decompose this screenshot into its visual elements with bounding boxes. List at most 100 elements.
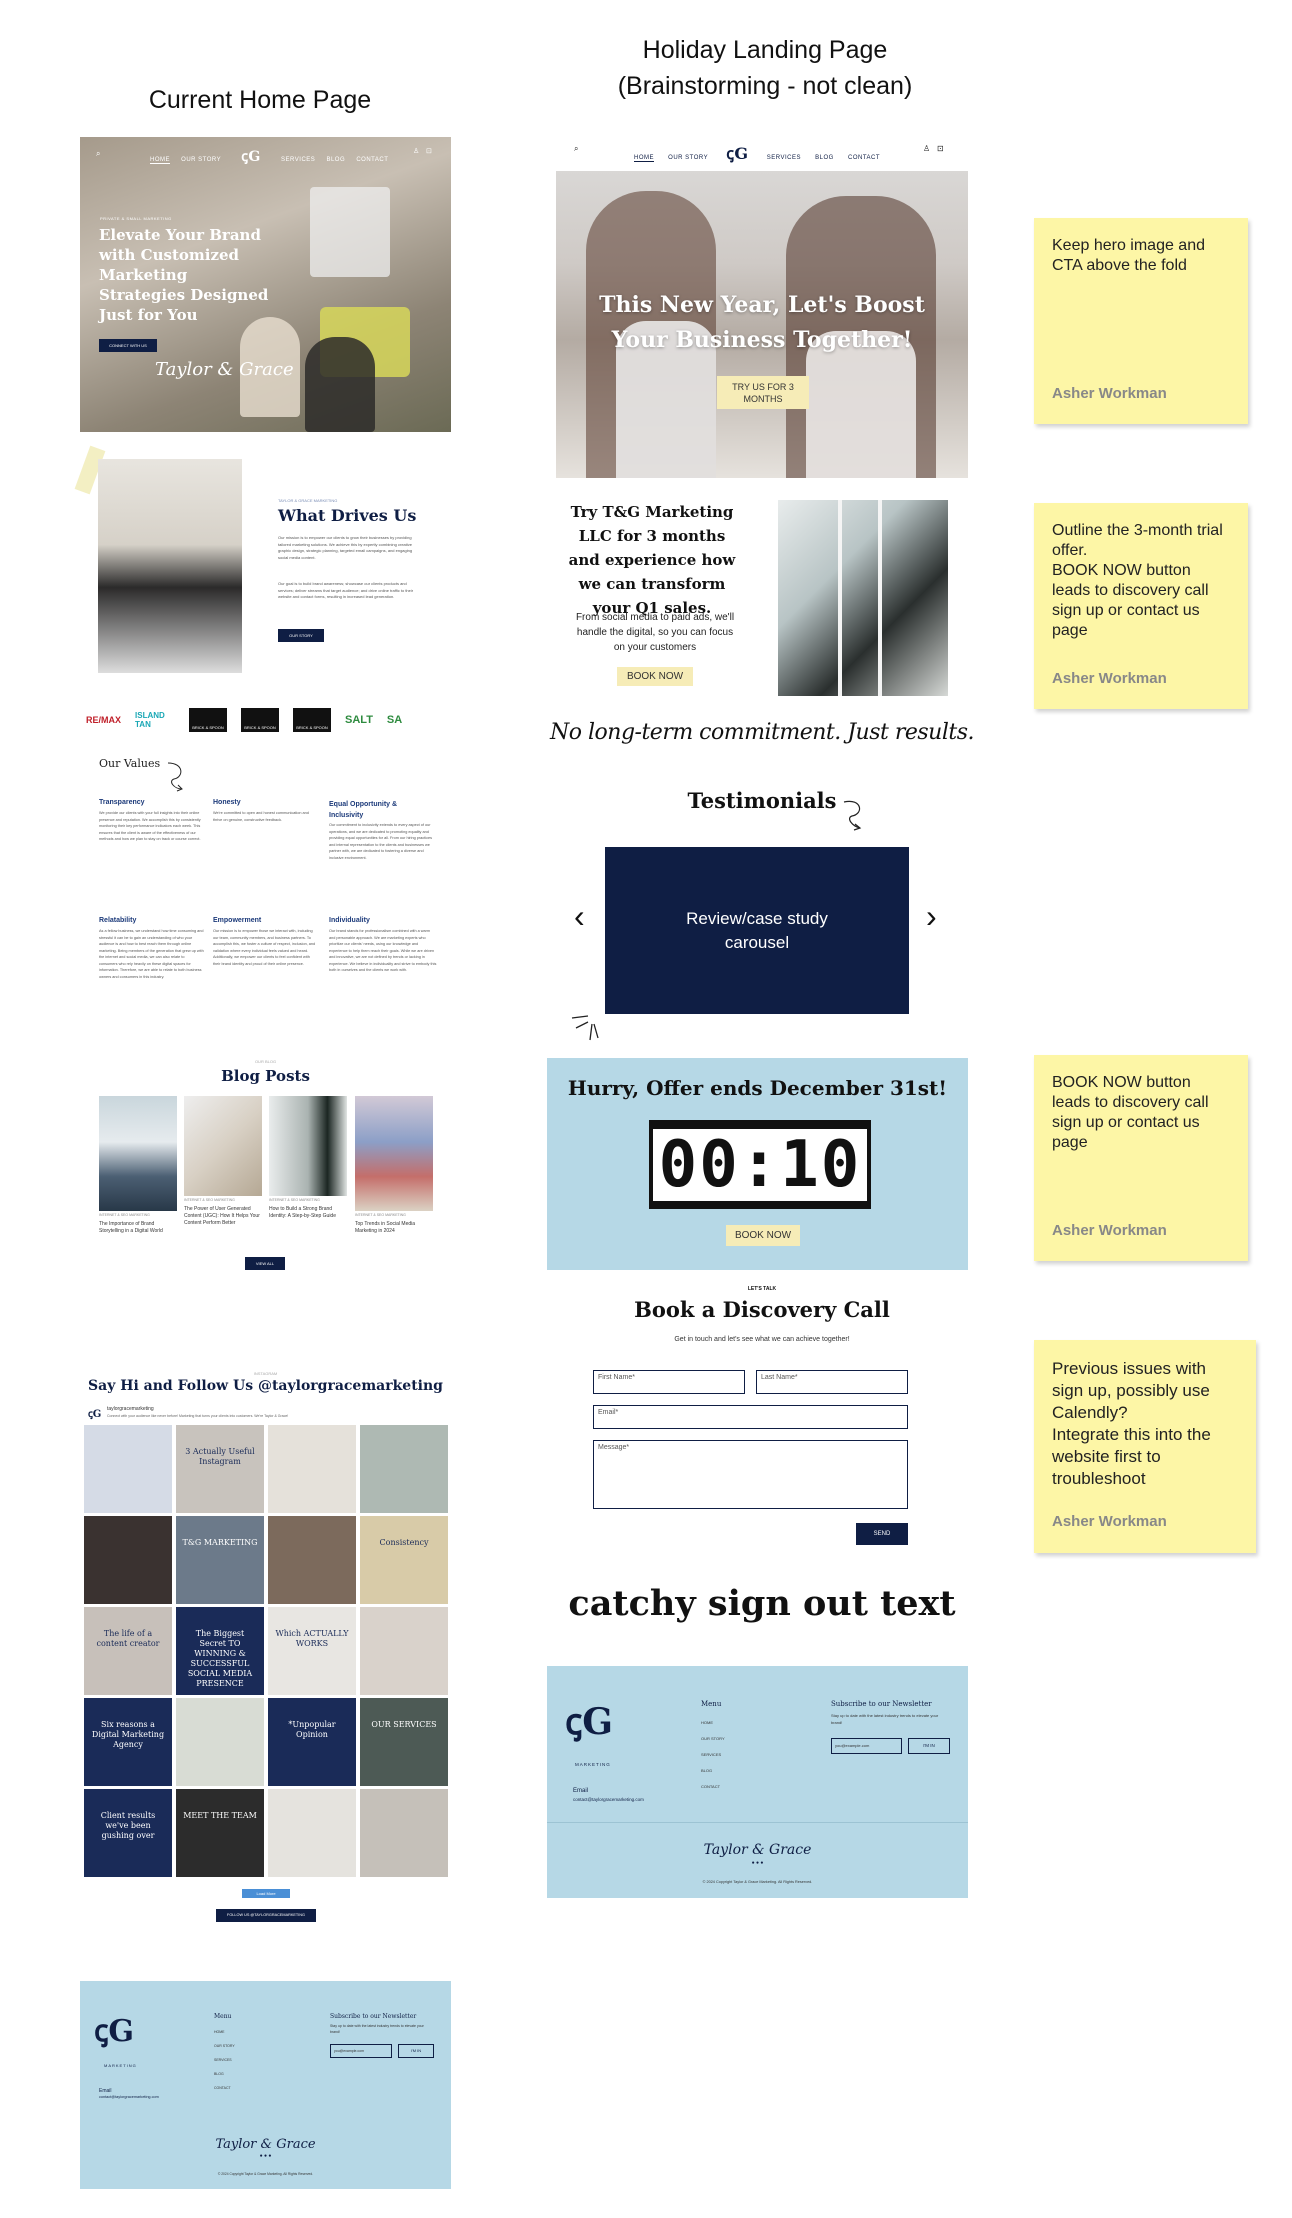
our-story-button[interactable]: OUR STORY bbox=[278, 629, 324, 642]
holiday-footer-social-icons[interactable]: ● ● ● bbox=[547, 1860, 968, 1866]
holiday-account-icon[interactable]: ♙ bbox=[923, 144, 930, 153]
instagram-post-5[interactable] bbox=[84, 1516, 172, 1604]
footer-menu-services[interactable]: SERVICES bbox=[214, 2058, 232, 2062]
nav-services[interactable]: SERVICES bbox=[281, 157, 315, 163]
instagram-post-2[interactable]: 3 Actually Useful Instagram bbox=[176, 1425, 264, 1513]
instagram-avatar[interactable]: ꞔG bbox=[88, 1406, 101, 1420]
holiday-nav-home[interactable]: HOME bbox=[634, 155, 654, 162]
send-button[interactable]: SEND bbox=[856, 1523, 908, 1545]
footer-email[interactable]: contact@taylorgracemarketing.com bbox=[99, 2095, 159, 2099]
footer-menu-home[interactable]: HOME bbox=[214, 2030, 225, 2034]
footer-copyright: © 2024 Copyright Taylor & Grace Marketin… bbox=[217, 2172, 314, 2176]
instagram-post-16[interactable]: OUR SERVICES bbox=[360, 1698, 448, 1786]
instagram-post-4[interactable] bbox=[360, 1425, 448, 1513]
nav-our-story[interactable]: OUR STORY bbox=[181, 157, 221, 163]
trial-book-now-button[interactable]: BOOK NOW bbox=[617, 667, 693, 686]
search-icon[interactable]: ⌕ bbox=[96, 149, 100, 159]
instagram-post-10[interactable]: The Biggest Secret TO WINNING & SUCCESSF… bbox=[176, 1607, 264, 1695]
footer-menu-contact[interactable]: CONTACT bbox=[214, 2086, 231, 2090]
footer-logo: ꞔG bbox=[94, 2014, 135, 2049]
blog-card-4-title: Top Trends in Social Media Marketing in … bbox=[355, 1221, 416, 1234]
instagram-post-15[interactable]: *Unpopular Opinion bbox=[268, 1698, 356, 1786]
message-textarea[interactable]: Message* bbox=[593, 1440, 908, 1509]
testimonial-carousel[interactable]: Review/case study carousel bbox=[605, 847, 909, 1014]
hero-signature: Taylor & Grace bbox=[155, 359, 294, 380]
holiday-cart-icon[interactable]: ⊡ bbox=[937, 144, 944, 153]
blog-card-4[interactable]: INTERNET & SEO MARKETING Top Trends in S… bbox=[355, 1096, 433, 1235]
sticky-note-1[interactable]: Keep hero image and CTA above the fold A… bbox=[1034, 218, 1248, 424]
footer-social-icons[interactable]: ● ● ● bbox=[80, 2153, 451, 2159]
follow-us-button[interactable]: FOLLOW US @TAYLORGRACEMARKETING bbox=[216, 1909, 316, 1922]
carousel-placeholder-text: Review/case study carousel bbox=[686, 908, 828, 952]
instagram-handle[interactable]: taylorgracemarketing bbox=[107, 1406, 154, 1412]
carousel-next-icon[interactable]: › bbox=[926, 900, 937, 932]
nav-contact[interactable]: CONTACT bbox=[356, 157, 388, 163]
sticky-note-3[interactable]: BOOK NOW button leads to discovery call … bbox=[1034, 1055, 1248, 1261]
offer-book-now-button[interactable]: BOOK NOW bbox=[726, 1225, 800, 1246]
trial-title: Try T&G Marketing LLC for 3 months and e… bbox=[568, 503, 736, 617]
instagram-post-7[interactable] bbox=[268, 1516, 356, 1604]
connect-button[interactable]: CONNECT WITH US bbox=[99, 339, 157, 352]
newsletter-button[interactable]: I'M IN bbox=[398, 2044, 434, 2058]
holiday-footer-menu-services[interactable]: SERVICES bbox=[701, 1752, 721, 1757]
value-equal-opportunity-text: Our commitment to inclusivity extends to… bbox=[329, 823, 432, 860]
last-name-input[interactable]: Last Name* bbox=[756, 1370, 908, 1394]
nav-home[interactable]: HOME bbox=[150, 157, 170, 164]
instagram-post-8[interactable]: Consistency bbox=[360, 1516, 448, 1604]
blog-card-1-title: The Importance of Brand Storytelling in … bbox=[99, 1221, 163, 1234]
instagram-post-13-caption: Six reasons a Digital Marketing Agency bbox=[91, 1720, 165, 1749]
instagram-post-12[interactable] bbox=[360, 1607, 448, 1695]
newsletter-input[interactable]: you@example.com bbox=[330, 2044, 392, 2058]
instagram-post-17[interactable]: Client results we've been gushing over bbox=[84, 1789, 172, 1877]
instagram-post-11[interactable]: Which ACTUALLY WORKS bbox=[268, 1607, 356, 1695]
email-input[interactable]: Email* bbox=[593, 1405, 908, 1429]
holiday-newsletter-button[interactable]: I'M IN bbox=[908, 1738, 950, 1754]
instagram-post-1[interactable] bbox=[84, 1425, 172, 1513]
holiday-footer-menu-our-story[interactable]: OUR STORY bbox=[701, 1736, 725, 1741]
cart-icon[interactable]: ⊡ bbox=[426, 147, 432, 155]
blog-title: Blog Posts bbox=[221, 1067, 310, 1085]
instagram-post-3[interactable] bbox=[268, 1425, 356, 1513]
holiday-search-icon[interactable]: ⌕ bbox=[574, 144, 578, 154]
load-more-button[interactable]: Load More bbox=[242, 1889, 290, 1898]
instagram-post-9[interactable]: The life of a content creator bbox=[84, 1607, 172, 1695]
sticky-note-2[interactable]: Outline the 3-month trial offer. BOOK NO… bbox=[1034, 503, 1248, 709]
view-all-button[interactable]: VIEW ALL bbox=[245, 1257, 285, 1270]
instagram-post-14[interactable] bbox=[176, 1698, 264, 1786]
footer-menu-blog[interactable]: BLOG bbox=[214, 2072, 224, 2076]
holiday-footer-menu-blog[interactable]: BLOG bbox=[701, 1768, 712, 1773]
holiday-nav-blog[interactable]: BLOG bbox=[815, 155, 834, 161]
holiday-nav-services[interactable]: SERVICES bbox=[767, 155, 801, 161]
instagram-post-19[interactable] bbox=[268, 1789, 356, 1877]
trial-text: From social media to paid ads, we'll han… bbox=[575, 612, 735, 653]
first-name-input[interactable]: First Name* bbox=[593, 1370, 745, 1394]
holiday-footer-menu-home[interactable]: HOME bbox=[701, 1720, 713, 1725]
sticky-note-2-text: Outline the 3-month trial offer. BOOK NO… bbox=[1052, 522, 1223, 639]
instagram-post-18[interactable]: MEET THE TEAM bbox=[176, 1789, 264, 1877]
holiday-footer-menu-contact[interactable]: CONTACT bbox=[701, 1784, 720, 1789]
value-honesty-text: We're committed to open and honest commu… bbox=[213, 811, 309, 822]
sticky-note-4[interactable]: Previous issues with sign up, possibly u… bbox=[1034, 1340, 1256, 1553]
nav-blog[interactable]: BLOG bbox=[326, 157, 345, 163]
holiday-newsletter-input[interactable]: you@example.com bbox=[831, 1738, 902, 1754]
hero-title: Elevate Your Brand with Customized Marke… bbox=[99, 226, 269, 324]
tg-logo[interactable]: ꞔG bbox=[241, 149, 261, 165]
value-individuality: Individuality bbox=[329, 917, 370, 924]
blog-card-3[interactable]: INTERNET & SEO MARKETING How to Build a … bbox=[269, 1096, 347, 1220]
footer-menu-our-story[interactable]: OUR STORY bbox=[214, 2044, 235, 2048]
instagram-post-13[interactable]: Six reasons a Digital Marketing Agency bbox=[84, 1698, 172, 1786]
instagram-post-20[interactable] bbox=[360, 1789, 448, 1877]
holiday-nav-our-story[interactable]: OUR STORY bbox=[668, 155, 708, 161]
instagram-post-10-caption: The Biggest Secret TO WINNING & SUCCESSF… bbox=[187, 1629, 253, 1688]
blog-card-1[interactable]: INTERNET & SEO MARKETING The Importance … bbox=[99, 1096, 177, 1235]
newsletter-text: Stay up to date with the latest industry… bbox=[330, 2024, 424, 2034]
holiday-tg-logo[interactable]: ꞔG bbox=[726, 144, 748, 163]
try-us-button[interactable]: TRY US FOR 3 MONTHS bbox=[717, 376, 809, 409]
carousel-prev-icon[interactable]: ‹ bbox=[574, 900, 585, 932]
holiday-footer-email[interactable]: contact@taylorgracemarketing.com bbox=[573, 1797, 644, 1802]
account-icon[interactable]: ♙ bbox=[413, 147, 419, 155]
instagram-bio: Connect with your audience like never be… bbox=[107, 1414, 289, 1418]
blog-card-2[interactable]: INTERNET & SEO MARKETING The Power of Us… bbox=[184, 1096, 262, 1227]
holiday-nav-contact[interactable]: CONTACT bbox=[848, 155, 880, 161]
instagram-post-6[interactable]: T&G MARKETING bbox=[176, 1516, 264, 1604]
